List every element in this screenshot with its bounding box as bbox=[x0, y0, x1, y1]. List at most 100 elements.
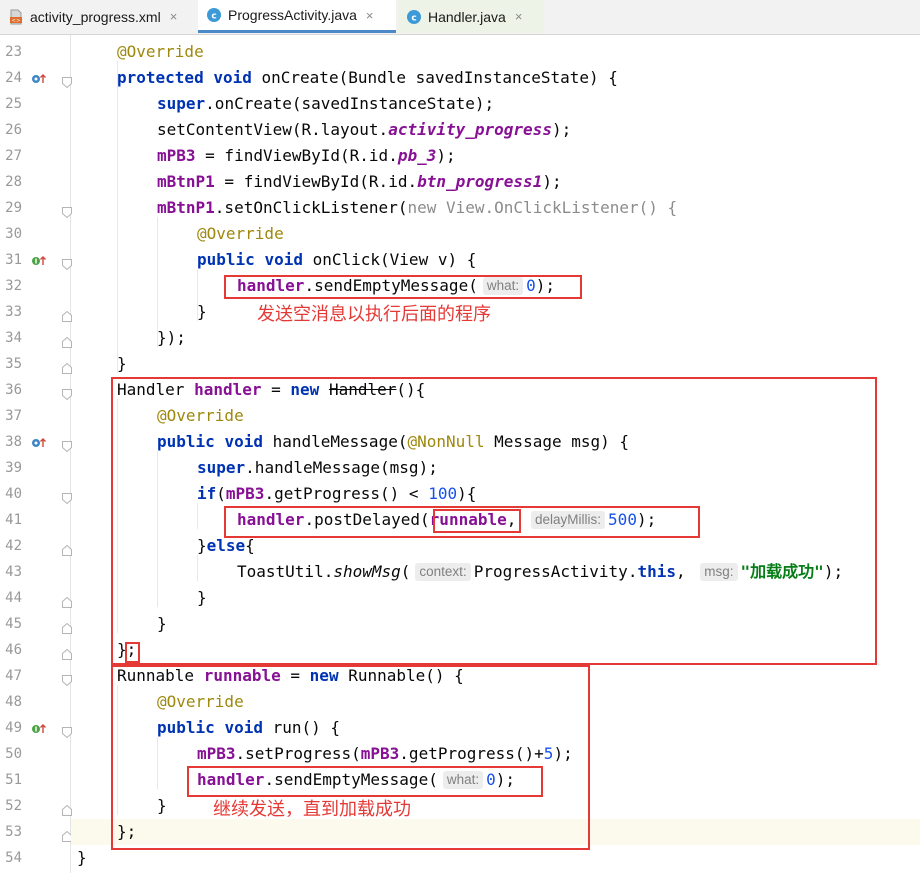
line-number: 42 bbox=[5, 538, 22, 554]
parameter-hint: what: bbox=[482, 277, 524, 295]
code-text: }; bbox=[117, 822, 137, 841]
line-number: 23 bbox=[5, 44, 22, 60]
code-line: public void handleMessage(@NonNull Messa… bbox=[157, 429, 920, 455]
field: mBtnP1 bbox=[157, 172, 215, 191]
close-icon[interactable]: × bbox=[170, 9, 178, 24]
keyword: void bbox=[224, 718, 263, 737]
code-line: handler.sendEmptyMessage(what: 0); bbox=[237, 273, 920, 299]
static-field: pb_3 bbox=[397, 146, 437, 165]
annotation: @NonNull bbox=[407, 432, 485, 451]
code-text: ); bbox=[553, 744, 573, 763]
line-number: 38 bbox=[5, 434, 22, 450]
tab-handler-java[interactable]: c Handler.java × bbox=[398, 0, 544, 33]
code-text: (){ bbox=[396, 380, 426, 399]
code-editor[interactable]: 23 24 25 26 27 28 29 30 31 32 33 34 35 3… bbox=[0, 35, 920, 873]
number: 5 bbox=[543, 744, 554, 763]
indent-guide bbox=[117, 399, 118, 633]
line-number: 45 bbox=[5, 616, 22, 632]
keyword: protected bbox=[117, 68, 204, 87]
parameter-hint: what: bbox=[442, 771, 484, 789]
line-number: 28 bbox=[5, 174, 22, 190]
annotation: @Override bbox=[157, 692, 244, 711]
code-line: public void run() { bbox=[157, 715, 920, 741]
keyword: else bbox=[206, 536, 246, 555]
code-line: public void onClick(View v) { bbox=[197, 247, 920, 273]
code-text: { bbox=[245, 536, 255, 555]
keyword: if bbox=[197, 484, 217, 503]
keyword: public bbox=[197, 250, 255, 269]
code-text: .setProgress( bbox=[235, 744, 361, 763]
line-number: 43 bbox=[5, 564, 22, 580]
code-text: View.OnClickListener() { bbox=[436, 198, 678, 217]
code-line: } bbox=[77, 845, 920, 871]
keyword: void bbox=[213, 68, 252, 87]
indent-guide bbox=[157, 451, 158, 607]
code-text: .postDelayed( bbox=[304, 510, 430, 529]
annotation: @Override bbox=[117, 42, 204, 61]
code-text: .setOnClickListener( bbox=[214, 198, 408, 217]
override-marker-icon[interactable] bbox=[31, 71, 47, 85]
tab-label: activity_progress.xml bbox=[30, 8, 161, 25]
code-text: handleMessage( bbox=[262, 432, 408, 451]
static-field: btn_progress1 bbox=[417, 172, 543, 191]
code-text: ); bbox=[823, 562, 844, 581]
close-icon[interactable]: × bbox=[515, 9, 523, 24]
code-line: mPB3 = findViewById(R.id.pb_3); bbox=[157, 143, 920, 169]
code-line: super.handleMessage(msg); bbox=[197, 455, 920, 481]
keyword: this bbox=[637, 562, 676, 581]
code-text: .handleMessage(msg); bbox=[245, 458, 438, 477]
code-line: } bbox=[117, 351, 920, 377]
code-text: , bbox=[506, 510, 517, 529]
line-number: 34 bbox=[5, 330, 22, 346]
code-line: }else{ bbox=[197, 533, 920, 559]
code-text: ToastUtil. bbox=[237, 562, 334, 581]
code-text: .sendEmptyMessage( bbox=[264, 770, 438, 789]
override-marker-icon[interactable] bbox=[31, 435, 47, 449]
line-number: 54 bbox=[5, 850, 22, 866]
code-text: ); bbox=[495, 770, 516, 789]
annotation-note: 发送空消息以执行后面的程序 bbox=[257, 304, 491, 325]
implements-marker-icon[interactable] bbox=[31, 253, 47, 267]
editor-tab-bar: <> activity_progress.xml × c ProgressAct… bbox=[0, 0, 920, 35]
close-icon[interactable]: × bbox=[366, 8, 374, 23]
tab-label: Handler.java bbox=[428, 8, 506, 25]
code-area[interactable]: @Override protected void onCreate(Bundle… bbox=[71, 35, 920, 873]
static-method: showMsg bbox=[333, 562, 401, 581]
tab-activity-progress-xml[interactable]: <> activity_progress.xml × bbox=[0, 0, 196, 33]
line-number: 30 bbox=[5, 226, 22, 242]
deprecated-constructor: Handler bbox=[328, 380, 397, 399]
code-text: ProgressActivity. bbox=[473, 562, 638, 581]
line-number: 53 bbox=[5, 824, 22, 840]
code-text: ); bbox=[436, 146, 456, 165]
code-text: }); bbox=[157, 328, 186, 347]
line-number: 37 bbox=[5, 408, 22, 424]
code-line: if(mPB3.getProgress() < 100){ bbox=[197, 481, 920, 507]
code-text: setContentView(R.layout. bbox=[157, 120, 389, 139]
code-text: .onCreate(savedInstanceState); bbox=[205, 94, 495, 113]
indent-guide bbox=[117, 685, 118, 815]
code-line: protected void onCreate(Bundle savedInst… bbox=[117, 65, 920, 91]
implements-marker-icon[interactable] bbox=[31, 721, 47, 735]
line-number: 25 bbox=[5, 96, 22, 112]
keyword: public bbox=[157, 432, 215, 451]
line-number: 24 bbox=[5, 70, 22, 86]
keyword: void bbox=[264, 250, 303, 269]
line-number: 33 bbox=[5, 304, 22, 320]
field: handler bbox=[237, 510, 305, 529]
annotation: @Override bbox=[157, 406, 244, 425]
line-number: 50 bbox=[5, 746, 22, 762]
code-line: mBtnP1 = findViewById(R.id.btn_progress1… bbox=[157, 169, 920, 195]
code-text: = findViewById(R.id. bbox=[214, 172, 418, 191]
code-text: } bbox=[197, 302, 207, 321]
field: runnable bbox=[203, 666, 281, 685]
keyword-folded: new bbox=[407, 198, 437, 217]
code-line: @Override bbox=[117, 39, 920, 65]
code-text: ); bbox=[535, 276, 556, 295]
code-line: @Override bbox=[157, 689, 920, 715]
number: 0 bbox=[526, 276, 536, 295]
tab-progress-activity-java[interactable]: c ProgressActivity.java × bbox=[198, 0, 396, 33]
code-line: mBtnP1.setOnClickListener(new View.OnCli… bbox=[157, 195, 920, 221]
keyword: void bbox=[224, 432, 263, 451]
code-text: ( bbox=[216, 484, 226, 503]
code-text: } bbox=[197, 588, 207, 607]
